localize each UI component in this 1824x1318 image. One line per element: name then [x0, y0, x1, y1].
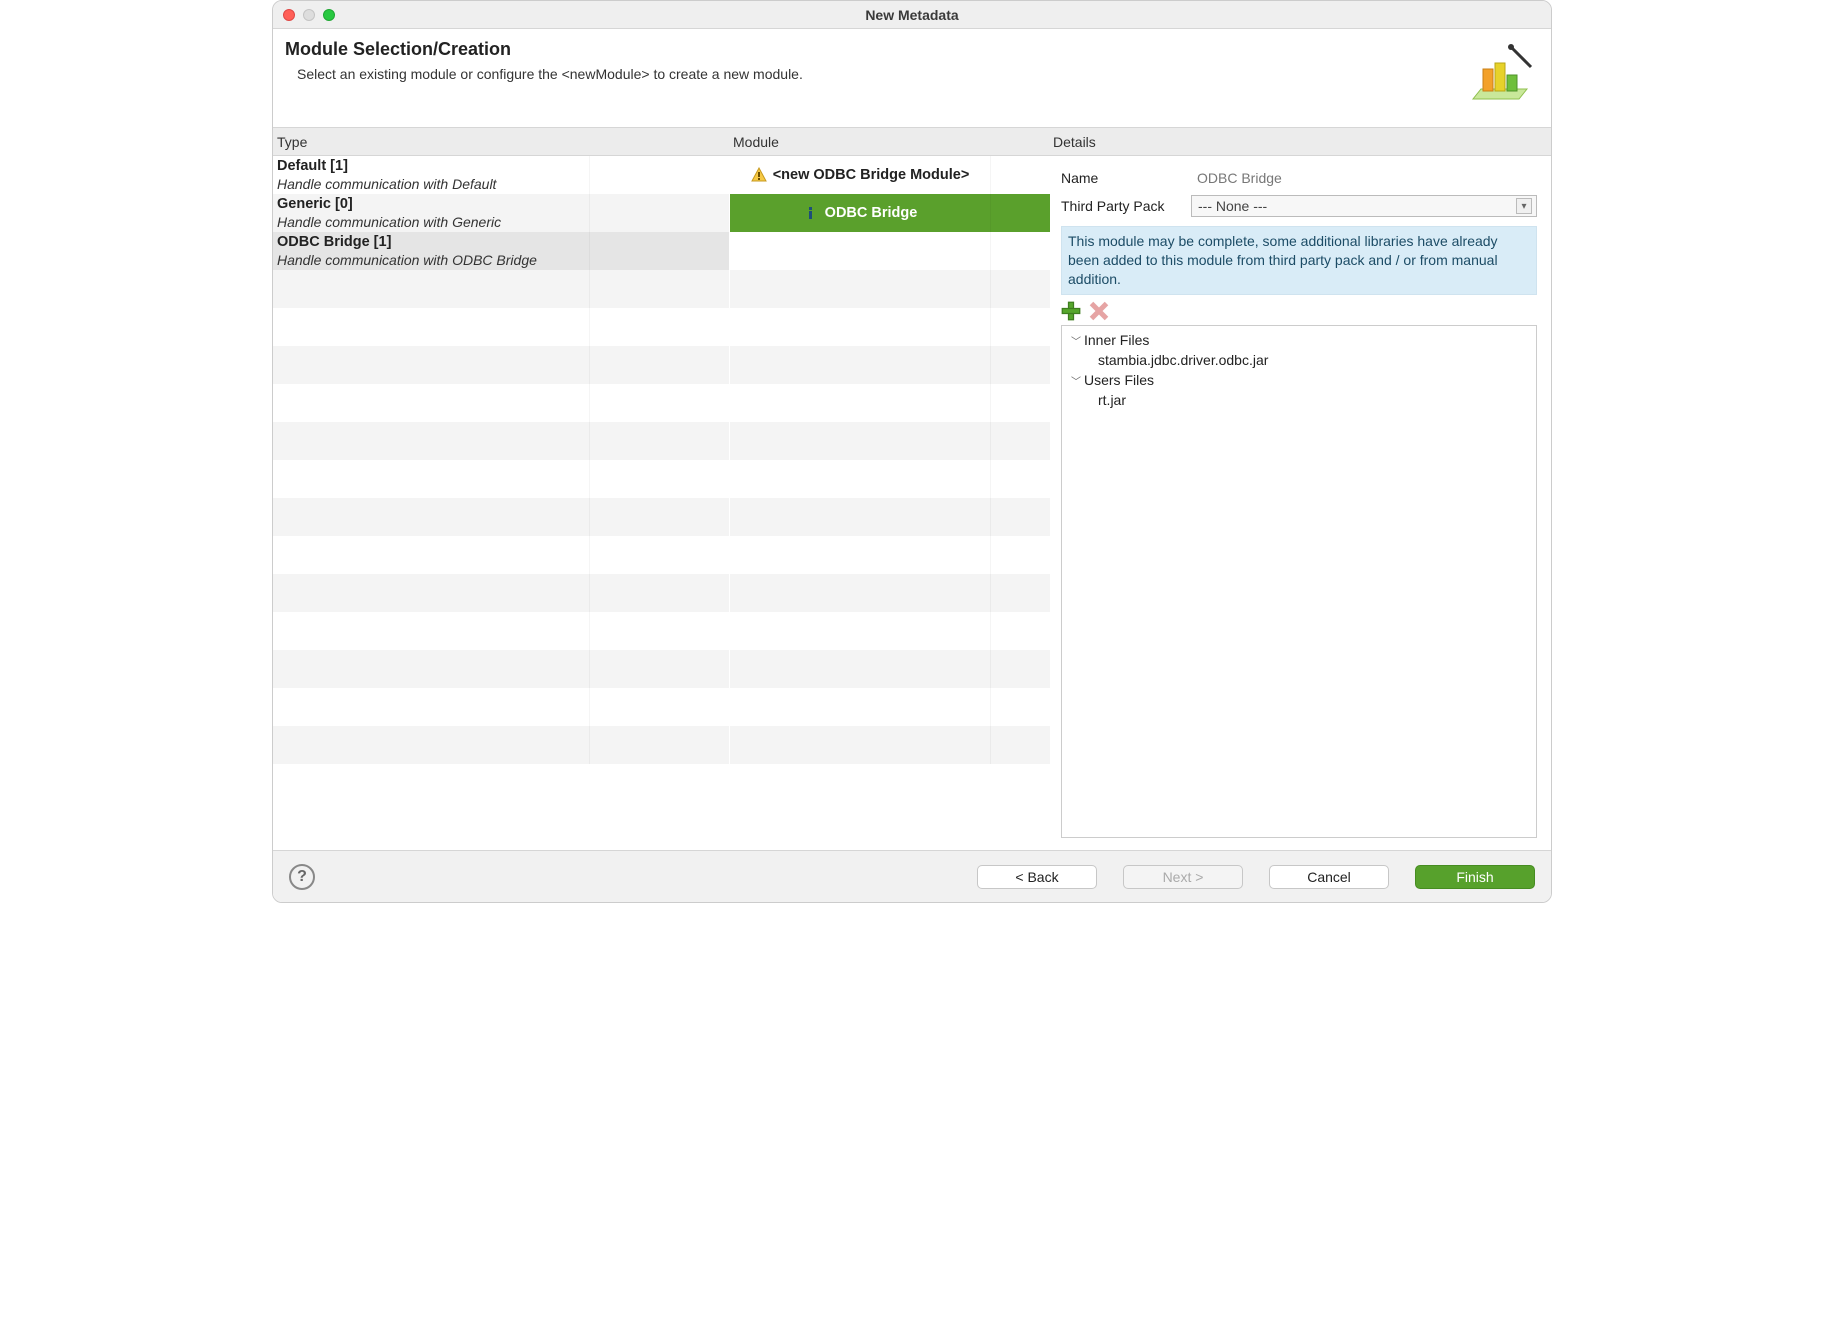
next-button: Next >: [1123, 865, 1243, 889]
module-item-new[interactable]: <new ODBC Bridge Module>: [730, 156, 990, 194]
back-button[interactable]: < Back: [977, 865, 1097, 889]
module-info-note: This module may be complete, some additi…: [1061, 226, 1537, 295]
help-button[interactable]: ?: [289, 864, 315, 890]
finish-button[interactable]: Finish: [1415, 865, 1535, 889]
column-header-type: Type: [273, 134, 729, 150]
type-item-odbc-bridge[interactable]: ODBC Bridge [1] Handle communication wit…: [273, 232, 589, 270]
cancel-button[interactable]: Cancel: [1269, 865, 1389, 889]
tree-group-users-files[interactable]: ﹀ Users Files: [1068, 370, 1530, 390]
warning-icon: [751, 167, 767, 183]
type-list[interactable]: Default [1] Handle communication with De…: [273, 156, 729, 838]
module-list[interactable]: <new ODBC Bridge Module> ODBC Bridge: [730, 156, 1050, 838]
page-subtitle: Select an existing module or configure t…: [297, 66, 1465, 82]
third-party-pack-select[interactable]: --- None --- ▾: [1191, 195, 1537, 217]
files-tree[interactable]: ﹀ Inner Files stambia.jdbc.driver.odbc.j…: [1061, 325, 1537, 838]
wizard-icon: [1465, 39, 1535, 109]
name-field[interactable]: ODBC Bridge: [1191, 167, 1537, 189]
tree-group-inner-files[interactable]: ﹀ Inner Files: [1068, 330, 1530, 350]
third-party-pack-label: Third Party Pack: [1061, 198, 1191, 214]
name-label: Name: [1061, 170, 1191, 186]
type-item-default[interactable]: Default [1] Handle communication with De…: [273, 156, 589, 194]
column-header-details: Details: [1049, 134, 1551, 150]
tree-file-item[interactable]: stambia.jdbc.driver.odbc.jar: [1068, 350, 1530, 370]
column-header-module: Module: [729, 134, 1049, 150]
title-bar: New Metadata: [273, 1, 1551, 29]
page-title: Module Selection/Creation: [285, 39, 1465, 60]
window-title: New Metadata: [273, 7, 1551, 23]
chevron-down-icon: ▾: [1516, 198, 1532, 214]
chevron-down-icon: ﹀: [1068, 333, 1084, 348]
module-item-odbc-bridge[interactable]: ODBC Bridge: [730, 194, 990, 232]
info-icon: [803, 205, 819, 221]
type-item-generic[interactable]: Generic [0] Handle communication with Ge…: [273, 194, 589, 232]
tree-file-item[interactable]: rt.jar: [1068, 390, 1530, 410]
chevron-down-icon: ﹀: [1068, 373, 1084, 388]
remove-button[interactable]: [1089, 301, 1109, 321]
add-button[interactable]: [1061, 301, 1081, 321]
